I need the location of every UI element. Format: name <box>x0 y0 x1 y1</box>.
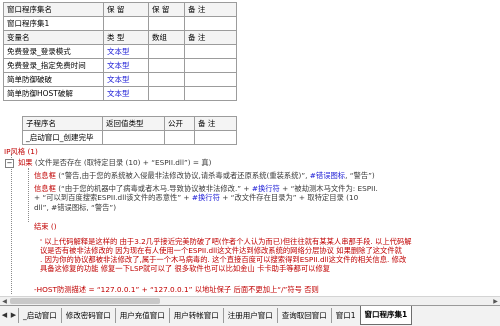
cell-sub-remark[interactable] <box>194 130 237 145</box>
msgbox-text-3: + “可以到百度搜索ESPII.dll该文件的恶意性” + <box>34 193 192 202</box>
msgbox-keyword: 信息框 <box>34 184 56 193</box>
get-dir-call: 取特定目录 (10 <box>307 193 359 202</box>
cell-program-set-name[interactable]: 窗口程序集1 <box>3 16 104 31</box>
tab-recharge-window[interactable]: 用户充值窗口 <box>114 308 169 323</box>
msgbox-text-5: dll”, #错误图标, “警告”) <box>34 203 117 212</box>
cell-sub-name-header[interactable]: 子程序名 <box>22 116 103 131</box>
scrollbar-thumb[interactable] <box>10 298 160 304</box>
code-line-ip-style[interactable]: IP风格 (1) <box>4 147 490 157</box>
msgbox-text: (“由于您的机器中了病毒或者木马.导致协议被非法修改.” + <box>55 184 252 193</box>
scroll-left-icon[interactable]: ◀ <box>0 297 9 305</box>
cell-var-name-header[interactable]: 变量名 <box>3 30 104 45</box>
comment-text: 议是否有被非法修改的 因为现在有人使用一个ESPII.dll这文件达到修改系统的… <box>40 246 402 255</box>
cell-remark-header[interactable]: 备 注 <box>184 2 237 17</box>
var-remark-cell[interactable] <box>184 86 237 101</box>
cell-array-header[interactable]: 数组 <box>148 30 185 45</box>
msgbox-text-4: + “改文件存在目录为” + <box>219 193 308 202</box>
var-name-cell[interactable]: 免费登录_登录模式 <box>3 44 104 59</box>
code-editor[interactable]: 窗口程序集名 保 留 保 留 备 注 窗口程序集1 变量名 类 型 数组 备 注… <box>0 0 500 305</box>
msgbox-text: (“警告,由于您的系统被入侵最非法修改协议,请杀毒或者还原系统(重装系统)”, <box>55 171 310 180</box>
cell-reserved-header-1[interactable]: 保 留 <box>103 2 149 17</box>
var-array-cell[interactable] <box>148 72 185 87</box>
var-remark-cell[interactable] <box>184 58 237 73</box>
comment-line[interactable]: 具备这修复的功能 修复一下LSP就可以了 很多软件也可以比如金山 卡卡助手等都可… <box>40 264 490 274</box>
tab-scroll-left-icon[interactable]: ◀ <box>0 309 9 322</box>
ip-style-call: IP风格 (1) <box>4 147 38 156</box>
tab-query-window[interactable]: 查询取回窗口 <box>276 308 331 323</box>
var-array-cell[interactable] <box>148 86 185 101</box>
tab-scroll-right-icon[interactable]: ▶ <box>9 309 18 322</box>
if-guide-line <box>28 168 29 222</box>
table-row[interactable]: 免费登录_指定免费时间 文本型 <box>3 58 237 73</box>
msgbox-title: , “警告”) <box>345 171 375 180</box>
cell-var-remark-header[interactable]: 备 注 <box>184 30 237 45</box>
cell-sub-name[interactable]: _启动窗口_创建完毕 <box>22 130 103 145</box>
tab-transfer-window[interactable]: 用户转帐窗口 <box>168 308 223 323</box>
var-name-cell[interactable]: 简单防御HOST破解 <box>3 86 104 101</box>
tab-strip: _启动窗口 修改密码窗口 用户充值窗口 用户转帐窗口 注册用户窗口 查询取回窗口 窗口1 窗口… <box>18 306 500 326</box>
if-keyword: 如果 <box>18 158 33 167</box>
tab-change-password-window[interactable]: 修改密码窗口 <box>60 308 115 323</box>
cell-reserved-1[interactable] <box>103 16 149 31</box>
cell-return-type-header[interactable]: 返回值类型 <box>102 116 165 131</box>
scroll-right-icon[interactable]: ▶ <box>491 297 500 305</box>
cell-type-header[interactable]: 类 型 <box>103 30 149 45</box>
cell-return-type[interactable] <box>102 130 165 145</box>
window-tab-bar: ◀ ▶ _启动窗口 修改密码窗口 用户充值窗口 用户转帐窗口 注册用户窗口 查询取回窗口窗… <box>0 305 500 326</box>
block-guide-line <box>11 154 12 294</box>
newline-const: #换行符 <box>251 184 280 193</box>
if-condition-end: ) = 真) <box>187 158 212 167</box>
cell-program-set-name-header[interactable]: 窗口程序集名 <box>3 2 104 17</box>
var-name-cell[interactable]: 免费登录_指定免费时间 <box>3 58 104 73</box>
tab-window-1[interactable]: 窗口1 <box>330 308 360 323</box>
cell-reserved-2[interactable] <box>148 16 185 31</box>
msgbox-text-2: + “被劫测木马文件为: ESPII. <box>279 184 378 193</box>
table-row[interactable]: 免费登录_登录模式 文本型 <box>3 44 237 59</box>
comment-text: 具备这修复的功能 修复一下LSP就可以了 很多软件也可以比如金山 卡卡助手等都可… <box>40 264 331 273</box>
cell-reserved-header-2[interactable]: 保 留 <box>148 2 185 17</box>
code-line-msgbox-2-cont[interactable]: + “可以到百度搜索ESPII.dll该文件的恶意性” + #换行符 + “改文… <box>34 193 490 203</box>
comment-text: . 因为你的协议都被非法修改了,属于一个木马病毒的. 这个直接百度可以搜索得到E… <box>40 255 407 264</box>
var-remark-cell[interactable] <box>184 44 237 59</box>
code-line-msgbox-1[interactable]: 信息框 (“警告,由于您的系统被入侵最非法修改协议,请杀毒或者还原系统(重装系统… <box>34 171 490 181</box>
if-condition: (文件是否存在 (取特定目录 (10) + <box>32 158 152 167</box>
var-type-cell[interactable]: 文本型 <box>103 72 149 87</box>
code-line-msgbox-2-end[interactable]: dll”, #错误图标, “警告”) <box>34 203 490 213</box>
code-line-if[interactable]: − 如果 (文件是否存在 (取特定目录 (10) + “ESPII.dll”) … <box>5 158 490 168</box>
code-line-host-partial[interactable]: -HOST防测描述 = “127.0.0.1” + “127.0.0.1” 以地… <box>34 285 490 295</box>
var-type-cell[interactable]: 文本型 <box>103 58 149 73</box>
var-array-cell[interactable] <box>148 58 185 73</box>
var-type-cell[interactable]: 文本型 <box>103 86 149 101</box>
var-array-cell[interactable] <box>148 44 185 59</box>
dll-string: “ESPII.dll” <box>151 158 188 167</box>
msgbox-keyword: 信息框 <box>34 171 56 180</box>
tab-register-window[interactable]: 注册用户窗口 <box>222 308 277 323</box>
table-row[interactable]: 简单防御破破 文本型 <box>3 72 237 87</box>
tab-program-set-1[interactable]: 窗口程序集1 <box>359 306 413 325</box>
table-row[interactable]: 简单防御HOST破解 文本型 <box>3 86 237 101</box>
var-remark-cell[interactable] <box>184 72 237 87</box>
tab-start-window[interactable]: _启动窗口 <box>18 308 61 323</box>
cell-public-header[interactable]: 公开 <box>164 116 195 131</box>
end-call: 结束 () <box>34 222 57 231</box>
horizontal-scrollbar[interactable]: ◀ ▶ <box>0 296 500 305</box>
cell-sub-remark-header[interactable]: 备 注 <box>194 116 237 131</box>
cell-public[interactable] <box>164 130 195 145</box>
var-type-cell[interactable]: 文本型 <box>103 44 149 59</box>
host-assign-text: -HOST防测描述 = “127.0.0.1” + “127.0.0.1” 以地… <box>34 285 319 294</box>
var-name-cell[interactable]: 简单防御破破 <box>3 72 104 87</box>
code-line-end[interactable]: 结束 () <box>34 222 490 232</box>
program-set-table: 窗口程序集名 保 留 保 留 备 注 窗口程序集1 变量名 类 型 数组 备 注… <box>3 2 237 101</box>
comment-text: ' 以上代码解释是这样的 由于3.2几乎接近完美防破了吧(作者个人认为而已)但往… <box>40 237 412 246</box>
cell-remark[interactable] <box>184 16 237 31</box>
collapse-icon[interactable]: − <box>5 159 14 168</box>
error-icon-const: #错误图标 <box>309 171 346 180</box>
subroutine-table: 子程序名 返回值类型 公开 备 注 _启动窗口_创建完毕 <box>22 116 237 145</box>
newline-const: #换行符 <box>191 193 220 202</box>
